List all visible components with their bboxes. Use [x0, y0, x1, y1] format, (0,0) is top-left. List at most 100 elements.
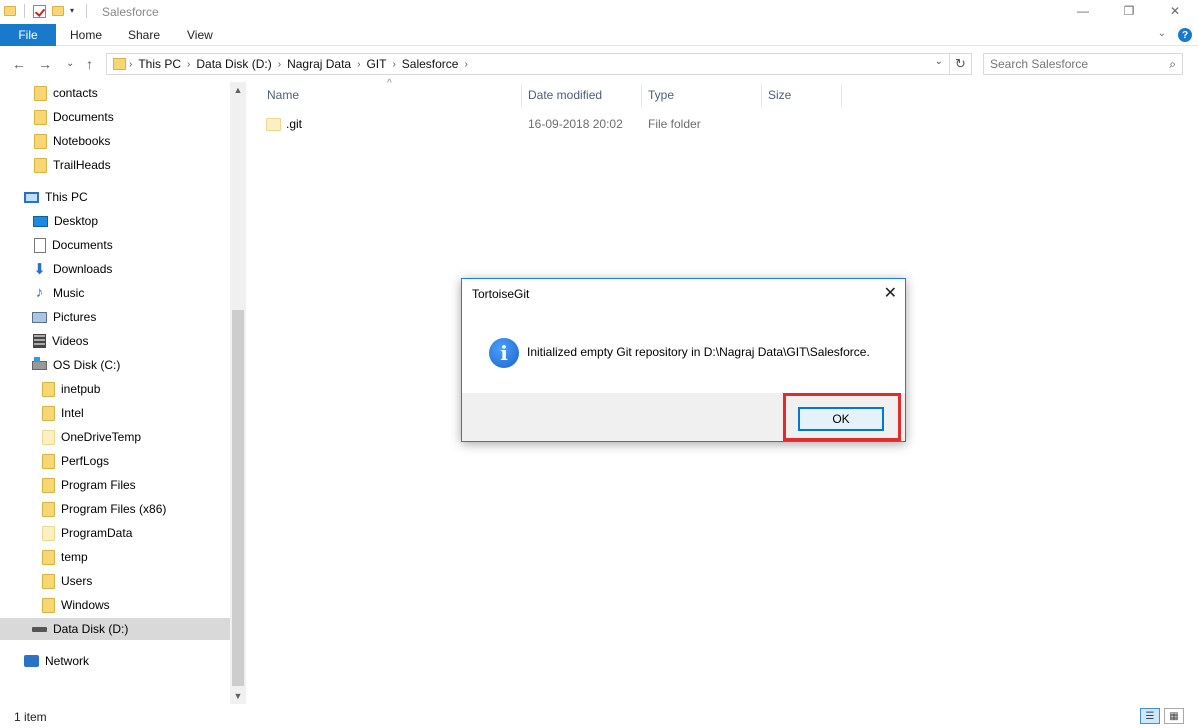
sidebar-item-users[interactable]: Users [42, 570, 92, 592]
search-input[interactable] [990, 57, 1150, 71]
sidebar-item-pictures[interactable]: Pictures [32, 306, 96, 328]
sidebar-item-label: Documents [53, 110, 114, 124]
sidebar-item-intel[interactable]: Intel [42, 402, 84, 424]
folder-icon [42, 429, 55, 445]
folder-icon [42, 573, 55, 589]
desktop-icon [33, 215, 48, 227]
breadcrumb-this-pc[interactable]: This PC [132, 57, 187, 71]
sidebar-item-label: Downloads [53, 262, 113, 276]
sidebar-item-desktop[interactable]: Desktop [33, 210, 98, 232]
sidebar-item-data-disk[interactable]: Data Disk (D:) [0, 618, 230, 640]
tab-file[interactable]: File [0, 24, 56, 46]
sidebar-item-notebooks[interactable]: Notebooks [34, 130, 110, 152]
new-folder-icon[interactable] [52, 6, 64, 16]
column-divider[interactable] [641, 84, 642, 108]
sidebar-item-label: TrailHeads [53, 158, 111, 172]
properties-icon[interactable] [33, 4, 46, 18]
chevron-right-icon[interactable]: › [464, 59, 467, 70]
folder-icon [34, 85, 47, 101]
scroll-up-icon[interactable]: ▲ [230, 82, 246, 98]
sidebar-item-contacts[interactable]: contacts [34, 82, 98, 104]
folder-icon [42, 453, 55, 469]
recent-locations-icon[interactable]: ⌄ [66, 58, 74, 69]
file-row[interactable]: .git [266, 114, 302, 134]
folder-icon [34, 133, 47, 149]
sidebar-item-downloads[interactable]: ⬇ Downloads [32, 258, 112, 280]
breadcrumb-data-disk[interactable]: Data Disk (D:) [190, 57, 277, 71]
sidebar-item-label: PerfLogs [61, 454, 110, 468]
music-note-icon: ♪ [35, 284, 44, 301]
breadcrumb-salesforce[interactable]: Salesforce [396, 57, 465, 71]
sidebar-item-documents[interactable]: Documents [34, 234, 113, 256]
customize-qat-dropdown-icon[interactable]: ▾ [70, 7, 78, 15]
file-name[interactable]: .git [286, 117, 302, 131]
column-divider[interactable] [521, 84, 522, 108]
forward-arrow-icon[interactable]: → [38, 56, 52, 72]
search-box[interactable]: ⌕ [983, 53, 1183, 75]
folder-icon [4, 6, 16, 16]
column-divider[interactable] [841, 84, 842, 108]
large-icons-view-icon[interactable]: ▦ [1164, 708, 1184, 724]
help-icon[interactable]: ? [1178, 28, 1192, 42]
column-header-type[interactable]: Type [648, 84, 674, 106]
sort-ascending-icon: ^ [387, 78, 392, 89]
tab-share[interactable]: Share [128, 24, 160, 46]
dialog-message: Initialized empty Git repository in D:\N… [527, 345, 870, 359]
sidebar-item-program-files-x86[interactable]: Program Files (x86) [42, 498, 166, 520]
sidebar-item-os-disk[interactable]: OS Disk (C:) [32, 354, 120, 376]
file-explorer-window: ▾ Salesforce — ❐ ✕ File Home Share View … [0, 0, 1198, 728]
folder-icon [42, 597, 55, 613]
sidebar-item-label: Intel [61, 406, 84, 420]
scrollbar-thumb[interactable] [232, 310, 244, 686]
up-arrow-icon[interactable]: ↑ [86, 56, 93, 72]
sidebar-item-label: Music [53, 286, 85, 300]
column-header-date-modified[interactable]: Date modified [528, 84, 602, 106]
sidebar-scrollbar[interactable]: ▲ ▼ [230, 82, 246, 704]
sidebar-item-videos[interactable]: Videos [33, 330, 88, 352]
sidebar-item-program-files[interactable]: Program Files [42, 474, 136, 496]
sidebar-item-programdata[interactable]: ProgramData [42, 522, 132, 544]
column-header-name[interactable]: Name [267, 84, 299, 106]
sidebar-item-label: Pictures [53, 310, 97, 324]
sidebar-item-onedrivetemp[interactable]: OneDriveTemp [42, 426, 141, 448]
column-divider[interactable] [761, 84, 762, 108]
drive-icon [32, 626, 47, 632]
sidebar-item-label: Data Disk (D:) [53, 622, 129, 636]
minimize-button[interactable]: — [1060, 0, 1106, 22]
ok-button[interactable]: OK [798, 407, 884, 431]
sidebar-item-music[interactable]: ♪ Music [32, 282, 85, 304]
sidebar-item-temp[interactable]: temp [42, 546, 88, 568]
search-icon[interactable]: ⌕ [1169, 57, 1176, 72]
sidebar-item-windows[interactable]: Windows [42, 594, 110, 616]
restore-button[interactable]: ❐ [1106, 0, 1152, 22]
caption-buttons: — ❐ ✕ [1060, 0, 1198, 22]
breadcrumb-nagraj-data[interactable]: Nagraj Data [281, 57, 357, 71]
sidebar-item-perflogs[interactable]: PerfLogs [42, 450, 109, 472]
sidebar-item-inetpub[interactable]: inetpub [42, 378, 100, 400]
back-arrow-icon[interactable]: ← [12, 56, 26, 72]
tab-home[interactable]: Home [70, 24, 102, 46]
tortoisegit-dialog: TortoiseGit ✕ i Initialized empty Git re… [461, 278, 906, 442]
folder-icon [42, 477, 55, 493]
details-view-icon[interactable]: ☰ [1140, 708, 1160, 724]
address-dropdown-icon[interactable]: ⌄ [935, 56, 943, 67]
navigation-pane: contacts Documents Notebooks TrailHeads … [0, 82, 230, 702]
address-bar[interactable]: › This PC › Data Disk (D:) › Nagraj Data… [106, 53, 972, 75]
sidebar-item-network[interactable]: Network [24, 650, 89, 672]
refresh-icon[interactable]: ↻ [949, 54, 971, 74]
expand-ribbon-icon[interactable]: ⌄ [1158, 28, 1166, 42]
network-icon [24, 655, 39, 667]
scroll-down-icon[interactable]: ▼ [230, 688, 246, 704]
close-window-button[interactable]: ✕ [1152, 0, 1198, 22]
sidebar-item-documents-quick[interactable]: Documents [34, 106, 114, 128]
sidebar-item-this-pc[interactable]: This PC [24, 186, 88, 208]
tab-view[interactable]: View [187, 24, 213, 46]
film-strip-icon [33, 334, 46, 348]
close-icon[interactable]: ✕ [884, 283, 897, 303]
breadcrumb-git[interactable]: GIT [360, 57, 392, 71]
sidebar-item-trailheads[interactable]: TrailHeads [34, 154, 111, 176]
status-item-count: 1 item [14, 710, 47, 724]
file-type: File folder [648, 117, 701, 131]
column-header-size[interactable]: Size [768, 84, 791, 106]
sidebar-item-label: Users [61, 574, 93, 588]
